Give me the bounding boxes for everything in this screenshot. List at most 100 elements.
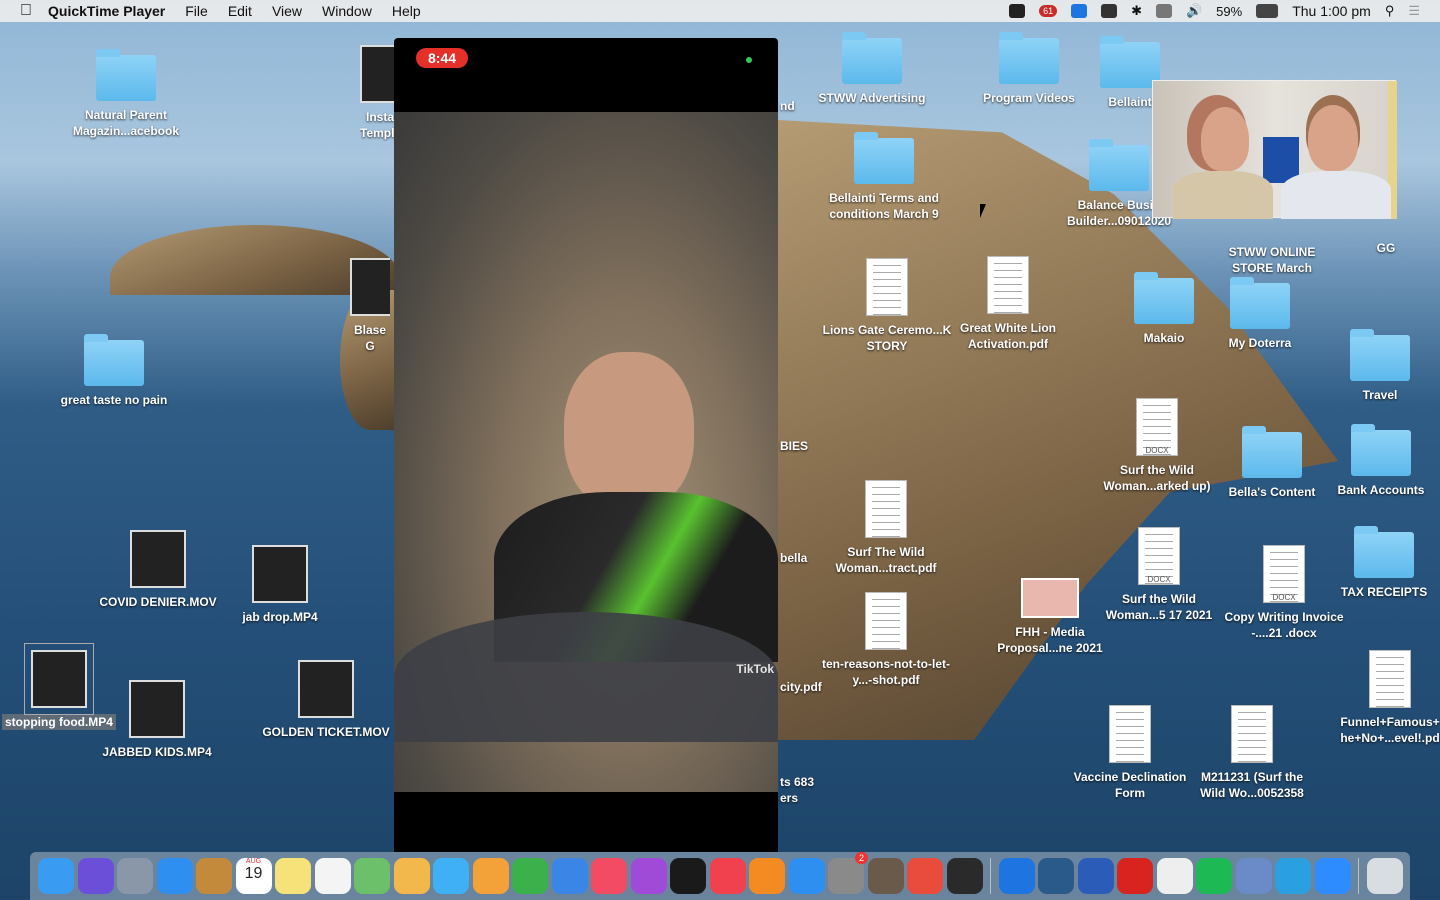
dropbox-icon[interactable] [1009,4,1026,18]
video-icon [252,545,308,603]
menu-window[interactable]: Window [322,3,372,19]
dock-archive-icon[interactable] [867,858,904,894]
menu-app-name[interactable]: QuickTime Player [48,3,165,19]
folder-icon [1230,277,1290,329]
apple-menu-icon[interactable]:  [20,2,32,20]
control-center-icon[interactable]: ☰ [1408,3,1420,19]
video-icon [130,530,186,588]
desktop-item-folder[interactable]: STWW Advertising [807,32,937,106]
dock-books-icon[interactable] [749,858,785,894]
folder-icon [854,132,914,184]
desktop-item-label: Bank Accounts [1337,483,1425,497]
battery-icon[interactable] [1256,4,1279,18]
desktop-item-doc[interactable]: Great White Lion Activation.pdf [943,256,1073,352]
menu-help[interactable]: Help [392,3,421,19]
doc-icon [1231,705,1273,763]
notification-icon[interactable]: 61 [1039,5,1058,17]
desktop-item-image[interactable]: FHH - Media Proposal...ne 2021 [985,578,1115,656]
dock-launchpad-icon[interactable] [117,858,153,894]
facetime-pip-window[interactable] [1152,80,1397,219]
desktop-item-folder[interactable]: Bellainti Terms and conditions March 9 [819,132,949,222]
menu-file[interactable]: File [185,3,208,19]
creative-cloud-icon[interactable] [1101,4,1118,18]
dock-messages-icon[interactable] [433,858,469,894]
desktop-item-doc[interactable]: Vaccine Declination Form [1065,705,1195,801]
video-icon [298,660,354,718]
dock-calendar-icon[interactable]: AUG 19 [235,858,272,894]
desktop-item-doc[interactable]: ten-reasons-not-to-let-y...-shot.pdf [821,592,951,688]
volume-icon[interactable]: 🔊 [1186,3,1202,19]
desktop-item-doc[interactable]: Surf The Wild Woman...tract.pdf [821,480,951,576]
dock-apple-tv-icon[interactable] [670,858,706,894]
quicktime-window[interactable]: 8:44 TikTok [394,38,778,852]
dock-reminders-icon[interactable] [314,858,351,894]
dock-separator [990,858,991,894]
desktop-item-docx[interactable]: DOCX Surf the Wild Woman...arked up) [1092,398,1222,494]
menu-edit[interactable]: Edit [228,3,252,19]
clock[interactable]: Thu 1:00 pm [1292,3,1371,19]
tiktok-watermark: TikTok [736,662,774,676]
desktop-item-video[interactable]: GOLDEN TICKET.MOV [261,660,391,740]
folder-icon [1354,526,1414,578]
dock-notefile-icon[interactable] [196,858,232,894]
dock-keynote-icon[interactable] [551,858,588,894]
calendar-month: AUG [245,858,262,865]
desktop-item-video[interactable]: COVID DENIER.MOV [93,530,223,610]
desktop-item-doc[interactable]: M211231 (Surf the Wild Wo...0052358 [1187,705,1317,801]
menu-view[interactable]: View [272,3,302,19]
dock-preview-icon[interactable] [1235,858,1272,894]
desktop-item-label: great taste no pain [60,393,168,407]
airplay-icon[interactable] [1155,4,1172,18]
dock-finder-icon[interactable] [38,858,74,894]
dock-trash-icon[interactable] [1366,858,1403,894]
desktop-item-video[interactable]: jab drop.MP4 [215,545,345,625]
dock-safari-icon[interactable] [156,858,193,894]
video-icon [129,680,185,738]
desktop-item-video[interactable]: Blase G [350,258,390,354]
partial-label: BIES [780,439,809,453]
desktop-item-doc[interactable]: Funnel+Famous+ he+No+...evel!.pd [1325,650,1440,746]
desktop-item-label: COVID DENIER.MOV [99,595,217,609]
bluetooth-icon[interactable]: ✱ [1131,3,1142,19]
dock-pages-icon[interactable] [472,858,509,894]
steering-wheel [394,612,778,742]
desktop-item-label: GG [1376,241,1396,255]
dock-music-icon[interactable] [591,858,627,894]
desktop-item-video[interactable]: JABBED KIDS.MP4 [92,680,222,760]
dock-maps-icon[interactable] [354,858,390,894]
dock-app-store-icon[interactable] [788,858,825,894]
desktop-item-folder[interactable]: Natural Parent Magazin...acebook [61,49,191,139]
folder-icon [1134,272,1194,324]
desktop-item-folder[interactable]: TAX RECEIPTS [1319,526,1440,600]
desktop-item-folder[interactable]: Travel [1315,329,1440,403]
dock-spotify-icon[interactable] [1196,858,1232,894]
desktop-item-doc[interactable]: Lions Gate Ceremo...K STORY [822,258,952,354]
video-frame[interactable]: TikTok [394,112,778,792]
dock-notes-icon[interactable] [275,858,311,894]
desktop-item-folder[interactable]: Bank Accounts [1316,424,1440,498]
desktop-item-label: Copy Writing Invoice -....21 .docx [1224,610,1344,640]
recording-timer: 8:44 [416,48,469,68]
dock-screenshot-icon[interactable] [946,858,983,894]
dock-photos-icon[interactable] [393,858,430,894]
dock-textedit-icon[interactable] [1156,858,1193,894]
teamviewer-icon[interactable] [1071,4,1088,18]
dock-podcasts-icon[interactable] [630,858,667,894]
desktop-item-folder[interactable]: My Doterra [1195,277,1325,351]
dock-siri-icon[interactable] [77,858,114,894]
dock-word-icon[interactable] [1077,858,1114,894]
dock-system-preferences-icon[interactable]: 2 [828,852,868,894]
dock-acrobat-icon[interactable] [1117,858,1153,894]
dock-telegram-icon[interactable] [1275,858,1311,894]
dock-numbers-icon[interactable] [512,858,548,894]
desktop-item-label: FHH - Media Proposal...ne 2021 [997,625,1103,655]
dock-search-icon[interactable] [1038,858,1074,894]
dock-teamviewer-icon[interactable] [998,858,1035,894]
partial-label: nd [780,99,795,113]
search-icon[interactable]: ⚲ [1385,3,1395,19]
desktop-item-folder[interactable]: great taste no pain [49,334,179,408]
video-icon [350,258,390,316]
dock-zoom-icon[interactable] [1314,858,1351,894]
dock-news-icon[interactable] [709,858,746,894]
dock-chrome-icon[interactable] [907,858,943,894]
